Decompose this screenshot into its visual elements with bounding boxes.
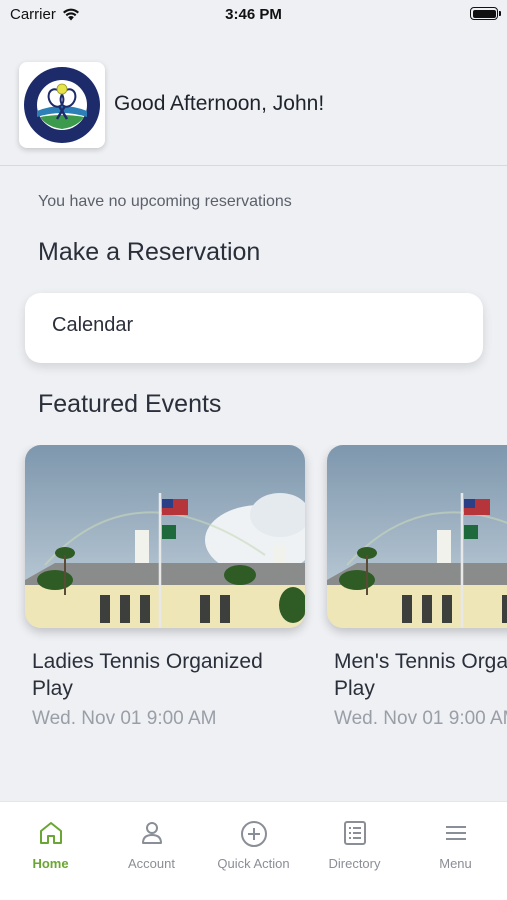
- header: Good Afternoon, John!: [0, 56, 507, 166]
- calendar-label: Calendar: [52, 314, 134, 336]
- tab-label: Home: [32, 856, 69, 871]
- event-title: Ladies Tennis Organized Play: [32, 650, 263, 700]
- hamburger-icon: [445, 826, 466, 840]
- tab-label: Directory: [328, 856, 381, 871]
- no-reservations-text: You have no upcoming reservations: [38, 193, 292, 210]
- home-icon: [39, 822, 62, 844]
- make-reservation-title: Make a Reservation: [38, 238, 261, 266]
- event-date: Wed. Nov 01 9:00 AM: [32, 708, 217, 729]
- tab-label: Quick Action: [217, 856, 290, 871]
- tab-label: Account: [128, 856, 175, 871]
- featured-events-title: Featured Events: [38, 390, 222, 418]
- event-card-mens-tennis[interactable]: Men's Tennis Organized Play Wed. Nov 01 …: [327, 445, 507, 730]
- tab-menu[interactable]: Menu: [405, 820, 506, 871]
- battery-icon: [470, 7, 501, 20]
- club-logo-icon: [24, 67, 100, 143]
- bottom-tab-bar: Home Account Quick Action Directory Menu: [0, 801, 507, 900]
- user-icon: [141, 822, 162, 844]
- event-image: [25, 445, 305, 628]
- event-date: Wed. Nov 01 9:00 AM: [334, 708, 507, 729]
- featured-events-carousel[interactable]: Ladies Tennis Organized Play Wed. Nov 01…: [0, 445, 507, 745]
- tab-home[interactable]: Home: [0, 820, 101, 871]
- calendar-button[interactable]: Calendar: [25, 293, 483, 363]
- tab-quick-action[interactable]: Quick Action: [203, 820, 304, 871]
- club-logo: [19, 62, 105, 148]
- tab-directory[interactable]: Directory: [304, 820, 405, 871]
- tab-label: Menu: [439, 856, 472, 871]
- list-icon: [343, 821, 366, 845]
- status-time: 3:46 PM: [225, 6, 282, 23]
- event-title: Men's Tennis Organized Play: [334, 650, 507, 700]
- plus-circle-icon: [240, 821, 267, 847]
- event-image: [327, 445, 507, 628]
- event-card-ladies-tennis[interactable]: Ladies Tennis Organized Play Wed. Nov 01…: [25, 445, 305, 730]
- tab-account[interactable]: Account: [101, 820, 202, 871]
- greeting-text: Good Afternoon, John!: [114, 92, 325, 115]
- status-bar: Carrier 3:46 PM: [0, 0, 507, 30]
